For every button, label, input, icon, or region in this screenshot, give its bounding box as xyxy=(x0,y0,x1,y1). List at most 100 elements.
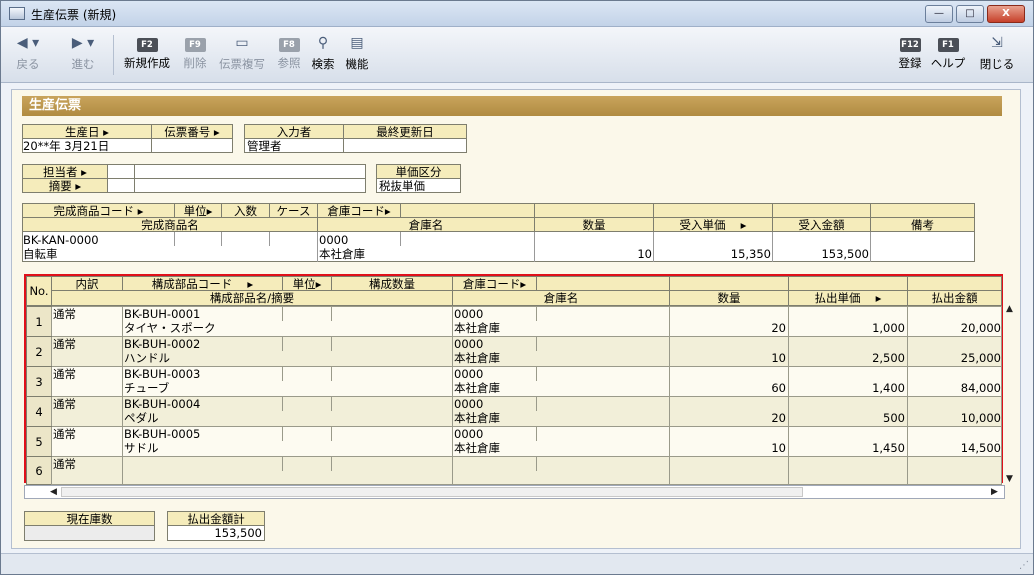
row-amount: 14,500 xyxy=(960,441,1001,455)
row-name: チューブ xyxy=(124,381,170,395)
back-button[interactable]: ◀ ▾ 戻る xyxy=(11,33,45,79)
input-by-field: 管理者 xyxy=(244,138,344,153)
row-number[interactable]: 5 xyxy=(26,426,52,457)
grid-divider xyxy=(122,367,123,397)
grid-header-blank-2 xyxy=(669,276,789,291)
row-number[interactable]: 6 xyxy=(26,456,52,485)
scroll-left-icon[interactable]: ◀ xyxy=(50,487,57,497)
date-label: 生産日 ▸ xyxy=(22,124,152,139)
grid-divider xyxy=(282,427,283,441)
row-wh-name: 本社倉庫 xyxy=(454,321,500,335)
product-code: BK-KAN-0000 xyxy=(23,233,99,247)
grid-divider xyxy=(452,397,453,427)
horizontal-scrollbar[interactable]: ◀ ▶ xyxy=(24,485,1005,499)
slip-no-label: 伝票番号 ▸ xyxy=(151,124,233,139)
product-wh-code: 0000 xyxy=(319,233,349,247)
product-header-blank-1 xyxy=(400,203,535,218)
grid-divider xyxy=(907,307,908,337)
row-unit-price: 2,500 xyxy=(872,351,905,365)
grid-wh-name-header: 倉庫名 xyxy=(452,290,670,306)
row-wh-code: 0000 xyxy=(454,367,484,381)
row-unit-price: 500 xyxy=(883,411,905,425)
scroll-down-icon[interactable]: ▼ xyxy=(1006,474,1013,484)
grid-divider xyxy=(907,457,908,485)
grid-divider xyxy=(51,367,52,397)
close-button[interactable]: ⇲ 閉じる xyxy=(977,33,1017,79)
product-header-blank-2 xyxy=(534,203,654,218)
grid-wh-code-header: 倉庫コード▸ xyxy=(452,276,537,291)
product-name: 自転車 xyxy=(23,247,58,261)
summary-field[interactable] xyxy=(134,178,366,193)
row-number[interactable]: 2 xyxy=(26,336,52,367)
product-wh-code-header: 倉庫コード▸ xyxy=(317,203,401,218)
close-window-button[interactable]: X xyxy=(987,5,1025,23)
scroll-thumb[interactable] xyxy=(61,487,803,497)
row-wh-name: 本社倉庫 xyxy=(454,441,500,455)
date-field[interactable]: 20**年 3月21日 xyxy=(22,138,152,153)
table-row[interactable] xyxy=(26,456,1002,485)
grid-divider xyxy=(282,367,283,381)
row-wh-code: 0000 xyxy=(454,427,484,441)
help-button[interactable]: F1 ヘルプ xyxy=(929,33,967,79)
price-type-label: 単価区分 xyxy=(376,164,461,179)
person-name-field xyxy=(134,164,366,179)
last-update-field xyxy=(343,138,467,153)
product-unit-price-header: 受入単価 ▸ xyxy=(653,217,773,232)
delete-button[interactable]: F9 削除 xyxy=(181,33,209,79)
search-button[interactable]: ⚲ 検索 xyxy=(309,33,337,79)
row-name: サドル xyxy=(124,441,159,455)
forward-button[interactable]: ▶ ▾ 進む xyxy=(63,33,103,79)
row-number[interactable]: 3 xyxy=(26,366,52,397)
register-button[interactable]: F12 登録 xyxy=(896,33,924,79)
product-unit-header: 単位▸ xyxy=(174,203,222,218)
f8-key-icon: F8 xyxy=(278,38,300,52)
product-header-blank-5 xyxy=(870,203,975,218)
new-button[interactable]: F2 新規作成 xyxy=(121,33,173,79)
app-window: 生産伝票 (新規) — □ X ◀ ▾ 戻る ▶ ▾ 進む F2 新規作成 F9 削除 … xyxy=(0,0,1034,575)
grid-divider xyxy=(122,427,123,457)
reference-button[interactable]: F8 参照 xyxy=(275,33,303,79)
row-code: BK-BUH-0001 xyxy=(124,307,201,321)
grid-divider xyxy=(122,457,123,485)
component-grid[interactable]: No. 内訳 構成部品コード ▸ 単位▸ 構成数量 倉庫コード▸ 構成部品名/摘… xyxy=(24,274,1003,485)
grid-divider xyxy=(536,457,537,471)
slip-no-field[interactable] xyxy=(151,138,233,153)
row-number[interactable]: 4 xyxy=(26,396,52,427)
row-name: ペダル xyxy=(124,411,159,425)
row-wh-name: 本社倉庫 xyxy=(454,381,500,395)
form-content: 生産伝票 生産日 ▸ 伝票番号 ▸ 入力者 最終更新日 20**年 3月21日 … xyxy=(11,89,1021,549)
grid-divider xyxy=(669,337,670,367)
product-wh-name: 本社倉庫 xyxy=(319,247,365,261)
scroll-right-icon[interactable]: ▶ xyxy=(991,487,998,497)
row-type: 通常 xyxy=(53,367,76,381)
price-type-field[interactable]: 税抜単価 xyxy=(376,178,461,193)
row-amount: 84,000 xyxy=(960,381,1001,395)
grid-divider xyxy=(331,427,332,441)
function-button[interactable]: ▤ 機能 xyxy=(343,33,371,79)
row-unit-price: 1,400 xyxy=(872,381,905,395)
copy-slip-button[interactable]: ▭ 伝票複写 xyxy=(216,33,268,79)
grid-divider xyxy=(669,457,670,485)
row-number[interactable]: 1 xyxy=(26,306,52,337)
row-quantity: 20 xyxy=(771,321,786,335)
grid-header-blank-1 xyxy=(536,276,670,291)
minimize-button[interactable]: — xyxy=(925,5,953,23)
grid-type-header: 内訳 xyxy=(51,276,123,291)
grid-divider xyxy=(669,307,670,337)
grid-code-header: 構成部品コード ▸ xyxy=(122,276,283,291)
scroll-up-icon[interactable]: ▲ xyxy=(1006,304,1013,314)
maximize-button[interactable]: □ xyxy=(956,5,984,23)
grid-divider xyxy=(122,397,123,427)
product-wh-name-header: 倉庫名 xyxy=(317,217,535,232)
f1-key-icon: F1 xyxy=(937,38,959,52)
grid-divider xyxy=(331,307,332,321)
summary-code-field[interactable] xyxy=(107,178,135,193)
person-code-field[interactable] xyxy=(107,164,135,179)
resize-grip-icon[interactable]: ⋰ xyxy=(1019,560,1029,571)
grid-divider xyxy=(788,457,789,485)
grid-divider xyxy=(907,397,908,427)
grid-divider xyxy=(536,427,537,441)
grid-divider xyxy=(122,337,123,367)
grid-divider xyxy=(282,307,283,321)
section-title: 生産伝票 xyxy=(22,96,1002,116)
